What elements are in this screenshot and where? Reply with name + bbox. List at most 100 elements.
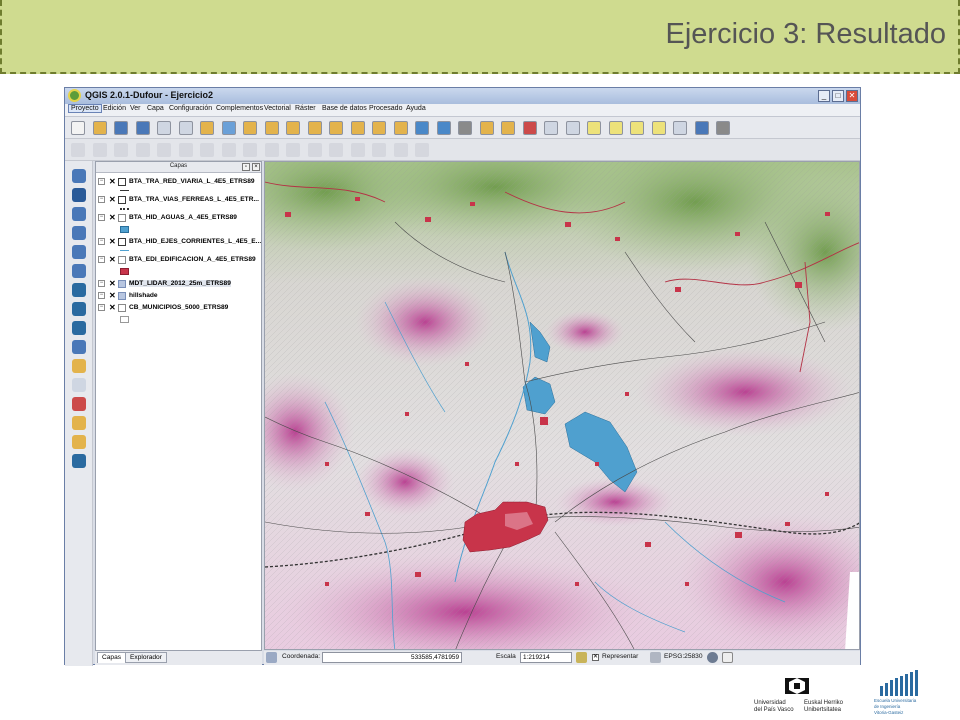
menu-procesado[interactable]: Procesado: [369, 105, 402, 112]
float-panel-icon[interactable]: ▫: [242, 163, 250, 171]
layer-row[interactable]: − ✕ BTA_HID_EJES_CORRIENTES_L_4E5_E...: [98, 237, 262, 247]
menu-vectorial[interactable]: Vectorial: [264, 105, 291, 112]
menu-raster[interactable]: Ráster: [295, 105, 316, 112]
attribute-table-icon[interactable]: [544, 121, 558, 135]
pan-to-selection-icon[interactable]: [221, 121, 236, 135]
edit-tool-icon[interactable]: [200, 143, 214, 157]
crs-globe-icon[interactable]: [707, 652, 718, 663]
text-annotation-icon[interactable]: [673, 121, 687, 135]
maximize-button[interactable]: □: [832, 90, 844, 102]
coordinate-field[interactable]: 533585,4781959: [322, 652, 462, 663]
refresh-icon[interactable]: [415, 121, 429, 135]
statistics-icon[interactable]: [565, 121, 580, 135]
menu-base-de-datos[interactable]: Base de datos: [322, 105, 367, 112]
print-composer-icon[interactable]: [157, 121, 171, 135]
layer-row[interactable]: − ✕ MDT_LIDAR_2012_25m_ETRS89: [98, 279, 262, 289]
layer-name[interactable]: hillshade: [129, 292, 158, 299]
zoom-native-icon[interactable]: [286, 121, 300, 135]
zoom-out-icon[interactable]: [264, 121, 279, 135]
menu-edicion[interactable]: Edición: [103, 105, 126, 112]
edit-tool-icon[interactable]: [135, 143, 150, 157]
pan-icon[interactable]: [200, 121, 214, 135]
expand-toggle-icon[interactable]: −: [98, 304, 105, 311]
whats-this-icon[interactable]: [716, 121, 730, 135]
layer-visibility-checkbox[interactable]: ✕: [109, 279, 116, 288]
crs-label[interactable]: EPSG:25830: [664, 653, 703, 660]
gps-icon[interactable]: [72, 397, 86, 411]
menu-configuracion[interactable]: Configuración: [169, 105, 212, 112]
layer-visibility-checkbox[interactable]: ✕: [109, 303, 116, 312]
layer-name[interactable]: BTA_TRA_RED_VIARIA_L_4E5_ETRS89: [129, 178, 255, 185]
edit-tool-icon[interactable]: [393, 143, 408, 157]
tab-capas[interactable]: Capas: [97, 652, 127, 663]
layer-visibility-checkbox[interactable]: ✕: [109, 177, 116, 186]
expand-toggle-icon[interactable]: −: [98, 178, 105, 185]
edit-tool-icon[interactable]: [415, 143, 429, 157]
add-feature-icon[interactable]: [72, 435, 86, 449]
deselect-icon[interactable]: [501, 121, 515, 135]
add-oracle-icon[interactable]: [72, 264, 86, 278]
scale-field[interactable]: 1:219214: [520, 652, 572, 663]
menu-complementos[interactable]: Complementos: [216, 105, 263, 112]
layer-visibility-checkbox[interactable]: ✕: [109, 195, 116, 204]
select-icon[interactable]: [479, 121, 494, 135]
menu-capa[interactable]: Capa: [147, 105, 164, 112]
zoom-full-icon[interactable]: [307, 121, 322, 135]
render-checkbox[interactable]: ✕: [592, 654, 599, 661]
field-calc-icon[interactable]: [522, 121, 537, 135]
layer-visibility-checkbox[interactable]: ✕: [109, 255, 116, 264]
composer-manager-icon[interactable]: [178, 121, 193, 135]
menu-ayuda[interactable]: Ayuda: [406, 105, 426, 112]
identify-icon[interactable]: [436, 121, 451, 135]
rotation-lock-icon[interactable]: [576, 652, 587, 663]
add-wcs-icon[interactable]: [72, 302, 86, 316]
help-icon[interactable]: [694, 121, 709, 135]
menu-ver[interactable]: Ver: [130, 105, 141, 112]
edit-tool-icon[interactable]: [350, 143, 365, 157]
warning-icon[interactable]: [722, 652, 733, 663]
add-mssql-icon[interactable]: [72, 245, 86, 259]
annotation-icon[interactable]: [651, 121, 666, 135]
close-button[interactable]: ✕: [846, 90, 858, 102]
layer-name[interactable]: BTA_HID_AGUAS_A_4E5_ETRS89: [129, 214, 237, 221]
add-vector-icon[interactable]: [72, 169, 86, 183]
open-project-icon[interactable]: [92, 121, 107, 135]
layer-row[interactable]: − ✕ BTA_TRA_RED_VIARIA_L_4E5_ETRS89: [98, 177, 262, 187]
add-wms-icon[interactable]: [72, 283, 86, 297]
new-bookmark-icon[interactable]: [608, 121, 623, 135]
zoom-last-icon[interactable]: [372, 121, 386, 135]
add-wfs-icon[interactable]: [72, 321, 86, 335]
layer-row[interactable]: − ✕ BTA_TRA_VIAS_FERREAS_L_4E5_ETR...: [98, 195, 262, 205]
zoom-next-icon[interactable]: [393, 121, 408, 135]
edit-tool-icon[interactable]: [243, 143, 257, 157]
add-raster-icon[interactable]: [72, 188, 86, 202]
add-spatialite-icon[interactable]: [72, 226, 86, 240]
layer-name[interactable]: CB_MUNICIPIOS_5000_ETRS89: [129, 304, 228, 311]
layer-row[interactable]: − ✕ hillshade: [98, 291, 262, 301]
add-delimited-icon[interactable]: [72, 340, 86, 354]
map-canvas[interactable]: [264, 161, 860, 650]
layer-row[interactable]: − ✕ BTA_EDI_EDIFICACION_A_4E5_ETRS89: [98, 255, 262, 265]
edit-node-icon[interactable]: [72, 454, 86, 468]
zoom-in-icon[interactable]: [243, 121, 257, 135]
layer-row[interactable]: − ✕ BTA_HID_AGUAS_A_4E5_ETRS89: [98, 213, 262, 223]
georeferencer-icon[interactable]: [72, 416, 86, 430]
layer-name[interactable]: BTA_TRA_VIAS_FERREAS_L_4E5_ETR...: [129, 196, 259, 203]
tab-explorador[interactable]: Explorador: [125, 652, 167, 663]
expand-toggle-icon[interactable]: −: [98, 196, 105, 203]
edit-tool-icon[interactable]: [114, 143, 128, 157]
edit-tool-icon[interactable]: [286, 143, 300, 157]
layer-name[interactable]: MDT_LIDAR_2012_25m_ETRS89: [129, 280, 231, 287]
save-as-icon[interactable]: [135, 121, 150, 135]
expand-toggle-icon[interactable]: −: [98, 256, 105, 263]
render-suspend-icon[interactable]: [650, 652, 661, 663]
edit-tool-icon[interactable]: [178, 143, 193, 157]
zoom-layer-icon[interactable]: [350, 121, 365, 135]
edit-tool-icon[interactable]: [71, 143, 85, 157]
new-shapefile-icon[interactable]: [72, 359, 86, 373]
layer-name[interactable]: BTA_EDI_EDIFICACION_A_4E5_ETRS89: [129, 256, 256, 263]
edit-tool-icon[interactable]: [372, 143, 386, 157]
new-project-icon[interactable]: [71, 121, 85, 135]
menu-proyecto[interactable]: Proyecto: [68, 104, 102, 113]
layer-row[interactable]: − ✕ CB_MUNICIPIOS_5000_ETRS89: [98, 303, 262, 313]
